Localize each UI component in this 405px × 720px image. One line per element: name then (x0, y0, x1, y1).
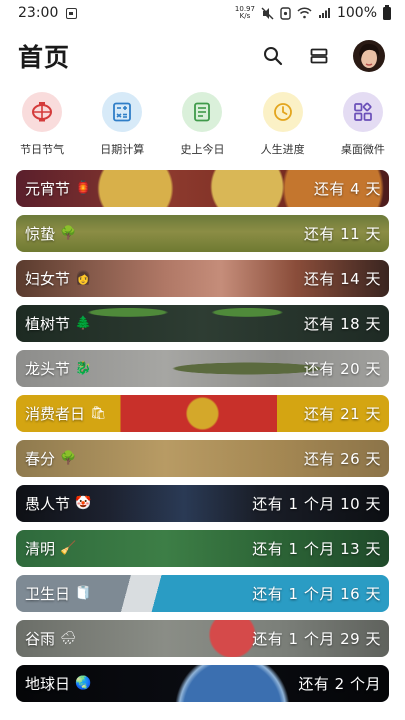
event-card-lantern-festival[interactable]: 元宵节 🏮 还有 4 天 (16, 170, 389, 207)
event-card-qingming[interactable]: 清明 🧹 还有 1 个月 13 天 (16, 530, 389, 567)
event-name: 谷雨 (25, 630, 56, 648)
event-name: 惊蛰 (25, 225, 56, 243)
quick-item-history-today[interactable]: 史上今日 (166, 92, 238, 157)
event-name: 愚人节 (25, 495, 71, 513)
clock-icon (273, 103, 292, 121)
rain-cloud-emoji-icon: 🌧 (60, 631, 77, 646)
net-speed: 10.97 K/s (235, 6, 255, 20)
status-right: 10.97 K/s 100% (235, 4, 391, 21)
event-card-april-fools[interactable]: 愚人节 🤡 还有 1 个月 10 天 (16, 485, 389, 522)
event-countdown: 还有 1 个月 16 天 (252, 585, 381, 603)
tree-emoji-icon: 🌳 (60, 226, 77, 241)
signal-icon (318, 8, 330, 18)
event-name: 地球日 (25, 675, 71, 693)
quick-item-life-progress[interactable]: 人生进度 (247, 92, 319, 157)
event-card-earth-day[interactable]: 地球日 🌏 还有 2 个月 (16, 665, 389, 702)
event-card-spring-equinox[interactable]: 春分 🌳 还有 26 天 (16, 440, 389, 477)
quick-label: 日期计算 (100, 143, 145, 156)
event-countdown: 还有 4 天 (313, 180, 381, 198)
status-bar: 23:00 10.97 K/s 100% (0, 0, 405, 26)
search-icon (264, 47, 283, 66)
avatar-image (353, 40, 385, 72)
calculator-icon (113, 102, 132, 122)
event-countdown: 还有 26 天 (303, 450, 381, 468)
event-name: 植树节 (25, 315, 71, 333)
event-countdown: 还有 1 个月 13 天 (252, 540, 381, 558)
quick-circle (22, 92, 63, 132)
event-countdown: 还有 1 个月 29 天 (252, 630, 381, 648)
event-name: 消费者日 (25, 405, 86, 423)
wifi-icon (297, 7, 312, 19)
quick-circle (342, 92, 383, 132)
event-card-dragon-head-festival[interactable]: 龙头节 🐉 还有 20 天 (16, 350, 389, 387)
clown-emoji-icon: 🤡 (75, 496, 92, 511)
dragon-emoji-icon: 🐉 (75, 361, 92, 376)
list-layout-icon (310, 48, 328, 64)
event-card-hygiene-day[interactable]: 卫生日 🧻 还有 1 个月 16 天 (16, 575, 389, 612)
nfc-icon (280, 6, 291, 20)
quick-item-desktop-widgets[interactable]: 桌面微件 (327, 92, 399, 157)
event-name: 春分 (25, 450, 56, 468)
event-card-awakening-insects[interactable]: 惊蛰 🌳 还有 11 天 (16, 215, 389, 252)
battery-icon (383, 4, 391, 20)
app-bar: 首页 (0, 30, 405, 82)
quick-item-date-calc[interactable]: 日期计算 (86, 92, 158, 157)
event-countdown: 还有 2 个月 (298, 675, 381, 693)
event-countdown: 还有 21 天 (303, 405, 381, 423)
document-icon (194, 102, 211, 122)
lantern-icon (32, 102, 53, 122)
app-bar-actions (261, 40, 385, 72)
quick-label: 史上今日 (180, 143, 225, 156)
event-list: 元宵节 🏮 还有 4 天 惊蛰 🌳 还有 11 天 妇女节 👩 还有 14 天 … (16, 170, 389, 710)
event-countdown: 还有 20 天 (303, 360, 381, 378)
mute-icon (261, 7, 274, 19)
event-countdown: 还有 14 天 (303, 270, 381, 288)
shopping-bags-emoji-icon: 🛍 (90, 406, 107, 421)
layout-toggle-button[interactable] (307, 44, 331, 68)
event-card-grain-rain[interactable]: 谷雨 🌧 还有 1 个月 29 天 (16, 620, 389, 657)
quick-item-festivals[interactable]: 节日节气 (6, 92, 78, 157)
evergreen-emoji-icon: 🌲 (75, 316, 92, 331)
widgets-icon (353, 102, 372, 121)
broom-emoji-icon: 🧹 (60, 541, 77, 556)
event-card-womens-day[interactable]: 妇女节 👩 还有 14 天 (16, 260, 389, 297)
event-countdown: 还有 18 天 (303, 315, 381, 333)
quick-actions: 节日节气 日期计算 史上今日 人生进度 桌面微件 (0, 92, 405, 157)
event-name: 妇女节 (25, 270, 71, 288)
event-card-consumer-day[interactable]: 消费者日 🛍 还有 21 天 (16, 395, 389, 432)
quick-label: 人生进度 (260, 143, 305, 156)
tree-emoji-icon: 🌳 (60, 451, 77, 466)
globe-emoji-icon: 🌏 (75, 676, 92, 691)
avatar[interactable] (353, 40, 385, 72)
net-speed-unit: K/s (239, 12, 251, 20)
toilet-paper-emoji-icon: 🧻 (75, 586, 92, 601)
quick-circle (102, 92, 143, 132)
event-countdown: 还有 1 个月 10 天 (252, 495, 381, 513)
quick-circle (182, 92, 223, 132)
status-time: 23:00 (18, 5, 59, 21)
search-button[interactable] (261, 44, 285, 68)
event-name: 卫生日 (25, 585, 71, 603)
event-countdown: 还有 11 天 (303, 225, 381, 243)
lantern-emoji-icon: 🏮 (75, 181, 92, 196)
quick-label: 节日节气 (20, 143, 65, 156)
event-name: 清明 (25, 540, 56, 558)
woman-emoji-icon: 👩 (75, 271, 92, 286)
event-name: 元宵节 (25, 180, 71, 198)
quick-label: 桌面微件 (340, 143, 385, 156)
page-title: 首页 (18, 43, 71, 72)
quick-circle (262, 92, 303, 132)
calendar-notification-icon (66, 7, 78, 19)
event-name: 龙头节 (25, 360, 71, 378)
battery-percent: 100% (336, 5, 377, 21)
event-card-arbor-day[interactable]: 植树节 🌲 还有 18 天 (16, 305, 389, 342)
